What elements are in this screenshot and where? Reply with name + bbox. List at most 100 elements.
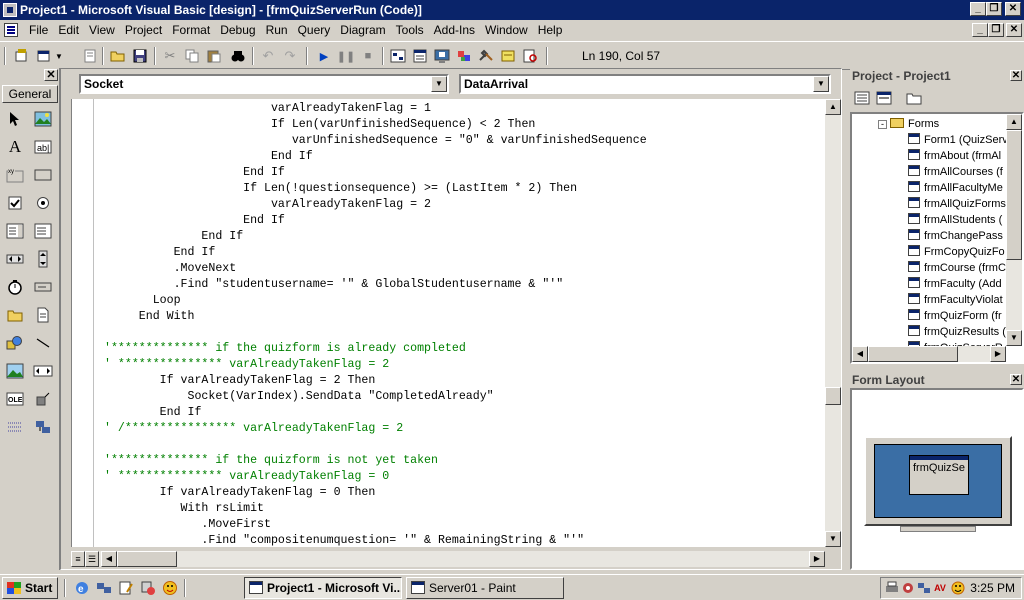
chevron-down-icon[interactable]: ▼ — [431, 76, 447, 92]
menu-edit[interactable]: Edit — [53, 22, 84, 38]
task-vb-project1[interactable]: Project1 - Microsoft Vi... — [244, 577, 402, 599]
network-control-icon[interactable] — [32, 416, 54, 438]
code-comment-line[interactable]: ' *************** varAlreadyTakenFlag = … — [104, 357, 647, 373]
save-icon[interactable] — [130, 46, 150, 66]
timer-icon[interactable] — [4, 276, 26, 298]
code-line[interactable]: End If — [104, 245, 647, 261]
open-folder-icon[interactable] — [108, 46, 128, 66]
code-comment-line[interactable]: '************** if the quizform is alrea… — [104, 341, 647, 357]
layout-form-thumbnail[interactable]: frmQuizSe — [909, 455, 969, 495]
object-combobox[interactable]: Socket ▼ — [79, 74, 449, 94]
tree-vertical-scrollbar[interactable]: ▲ ▼ — [1006, 114, 1022, 346]
code-line[interactable]: If Len(!questionsequence) >= (LastItem *… — [104, 181, 647, 197]
menu-project[interactable]: Project — [120, 22, 167, 38]
tree-folder-forms[interactable]: - Forms — [878, 116, 939, 132]
menu-debug[interactable]: Debug — [215, 22, 260, 38]
tree-form-item[interactable]: frmQuizResults ( — [908, 324, 1006, 340]
scroll-left-arrow-icon[interactable]: ◀ — [852, 346, 868, 362]
tree-form-item[interactable]: Form1 (QuizServ — [908, 132, 1008, 148]
code-line[interactable]: End If — [104, 213, 647, 229]
network-tray-icon[interactable] — [917, 581, 931, 595]
filelistbox-icon[interactable] — [32, 304, 54, 326]
code-comment-line[interactable]: '************** if the quizform is not y… — [104, 453, 647, 469]
restore-button[interactable]: ❐ — [986, 2, 1002, 16]
menu-run[interactable]: Run — [261, 22, 293, 38]
find-binoculars-icon[interactable] — [228, 46, 248, 66]
grid-control-icon[interactable] — [4, 416, 26, 438]
tree-form-item[interactable]: frmFacultyViolat — [908, 292, 1003, 308]
tree-form-item[interactable]: frmAbout (frmAl — [908, 148, 1001, 164]
ole-icon[interactable]: OLE — [4, 388, 26, 410]
form-layout-close-button[interactable]: ✕ — [1010, 374, 1022, 385]
form-layout-title-bar[interactable]: Form Layout ✕ — [850, 372, 1024, 388]
menu-diagram[interactable]: Diagram — [335, 22, 390, 38]
tree-form-item[interactable]: frmFaculty (Add — [908, 276, 1002, 292]
taskbar-clock[interactable]: 3:25 PM — [970, 578, 1015, 598]
data-view-icon[interactable] — [498, 46, 518, 66]
settings-tray-icon[interactable] — [901, 581, 915, 595]
antivirus-tray-icon[interactable]: AV — [933, 581, 947, 595]
hscroll-thumb[interactable] — [117, 551, 177, 567]
printer-tray-icon[interactable] — [885, 581, 899, 595]
start-button[interactable]: Start — [2, 577, 58, 599]
tree-form-item[interactable]: frmAllFacultyMe — [908, 180, 1003, 196]
visual-component-manager-icon[interactable] — [520, 46, 540, 66]
combobox-icon[interactable] — [4, 220, 26, 242]
code-text[interactable]: varAlreadyTakenFlag = 1 If Len(varUnfini… — [104, 101, 647, 547]
line-icon[interactable] — [32, 332, 54, 354]
code-line[interactable] — [104, 325, 647, 341]
code-line[interactable]: .Find "compositenumquestion= '" & Remain… — [104, 533, 647, 547]
code-line[interactable]: End With — [104, 309, 647, 325]
menu-file[interactable]: File — [24, 22, 53, 38]
drivelistbox-icon[interactable] — [32, 276, 54, 298]
close-button[interactable]: ✕ — [1005, 2, 1021, 16]
form-layout-area[interactable]: frmQuizSe — [850, 388, 1024, 570]
code-line[interactable]: varAlreadyTakenFlag = 2 — [104, 197, 647, 213]
menu-add-ins[interactable]: Add-Ins — [429, 22, 480, 38]
code-comment-line[interactable]: ' /**************** varAlreadyTakenFlag … — [104, 421, 647, 437]
add-project-icon[interactable] — [12, 46, 32, 66]
title-bar[interactable]: Project1 - Microsoft Visual Basic [desig… — [0, 0, 1024, 20]
project-explorer-title-bar[interactable]: Project - Project1 ✕ — [850, 68, 1024, 84]
object-browser-icon[interactable] — [454, 46, 474, 66]
task-paint-server01[interactable]: Server01 - Paint — [406, 577, 564, 599]
tree-horizontal-scrollbar[interactable]: ◀ ▶ — [852, 346, 1006, 362]
menu-window[interactable]: Window — [480, 22, 533, 38]
vb-app-icon[interactable] — [3, 3, 17, 17]
toolbox-close-button[interactable]: ✕ — [44, 69, 58, 81]
code-line[interactable]: If Len(varUnfinishedSequence) < 2 Then — [104, 117, 647, 133]
vscrollbar-icon[interactable] — [32, 248, 54, 270]
code-line[interactable] — [104, 437, 647, 453]
dirlistbox-icon[interactable] — [4, 304, 26, 326]
code-line[interactable]: varAlreadyTakenFlag = 1 — [104, 101, 647, 117]
code-comment-line[interactable]: ' *************** varAlreadyTakenFlag = … — [104, 469, 647, 485]
commandbutton-icon[interactable] — [32, 164, 54, 186]
optionbutton-icon[interactable] — [32, 192, 54, 214]
view-code-icon[interactable] — [852, 88, 872, 108]
paste-icon[interactable] — [204, 46, 224, 66]
scroll-down-arrow-icon[interactable]: ▼ — [825, 531, 841, 547]
start-run-icon[interactable]: ▶ — [314, 46, 334, 66]
data-control-icon[interactable] — [32, 360, 54, 382]
code-line[interactable]: If varAlreadyTakenFlag = 2 Then — [104, 373, 647, 389]
menu-help[interactable]: Help — [533, 22, 568, 38]
menu-editor-icon[interactable] — [80, 46, 100, 66]
cut-icon[interactable]: ✂ — [160, 46, 180, 66]
form-layout-icon[interactable] — [432, 46, 452, 66]
menu-query[interactable]: Query — [293, 22, 336, 38]
project-explorer-icon[interactable] — [388, 46, 408, 66]
scroll-up-arrow-icon[interactable]: ▲ — [825, 99, 841, 115]
code-line[interactable]: .MoveFirst — [104, 517, 647, 533]
code-line[interactable]: Socket(VarIndex).SendData "CompletedAlre… — [104, 389, 647, 405]
winsock-icon[interactable] — [32, 388, 54, 410]
copy-icon[interactable] — [182, 46, 202, 66]
frame-icon[interactable]: xy — [4, 164, 26, 186]
menu-view[interactable]: View — [84, 22, 120, 38]
tree-form-item[interactable]: frmCourse (frmC — [908, 260, 1006, 276]
notepad-icon[interactable] — [118, 580, 134, 596]
internet-explorer-icon[interactable]: e — [74, 580, 90, 596]
tree-form-item[interactable]: frmAllCourses (f — [908, 164, 1003, 180]
properties-window-icon[interactable] — [410, 46, 430, 66]
redo-icon[interactable]: ↷ — [280, 46, 300, 66]
full-module-view-icon[interactable]: ☰ — [85, 551, 99, 567]
